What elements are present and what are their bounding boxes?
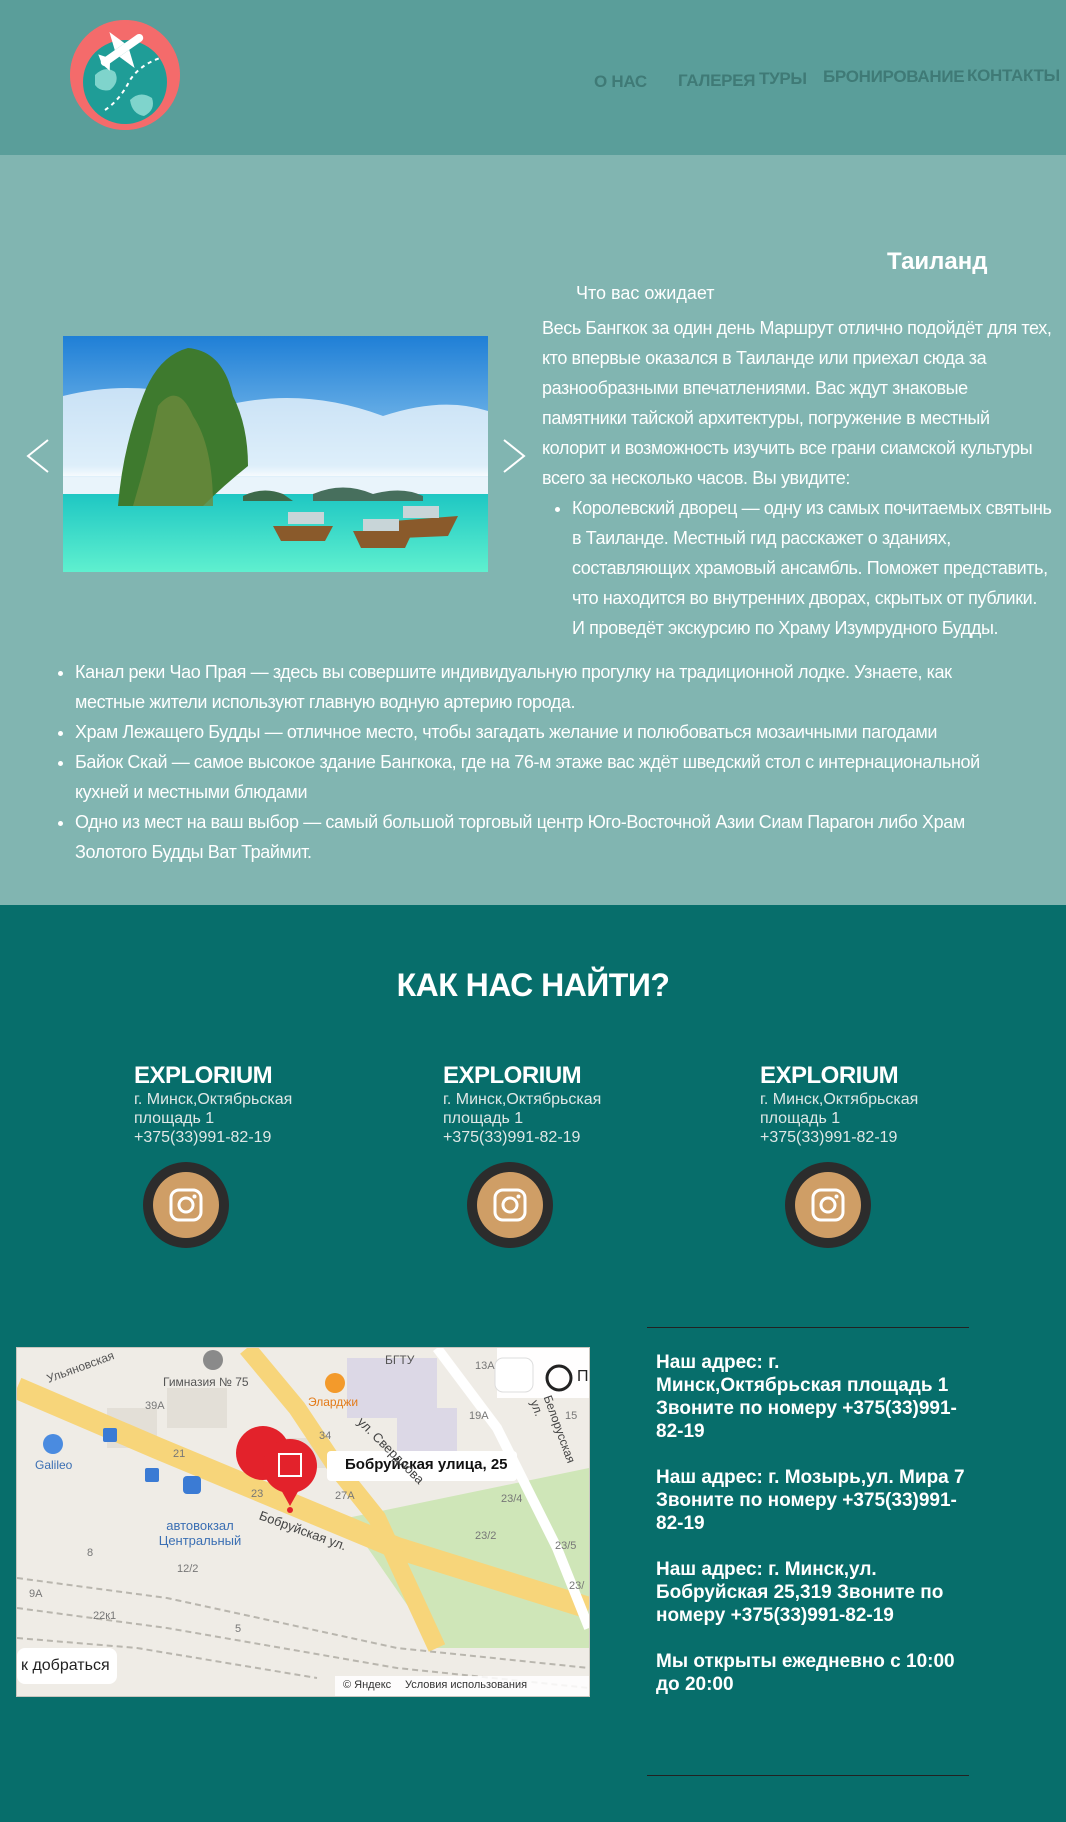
list-item: Королевский дворец — одну из самых почит… — [572, 493, 1052, 643]
phone-number: +375(33)991-82-19 — [760, 1129, 898, 1146]
map-attribution[interactable]: © Яндекс — [343, 1679, 391, 1691]
address-line: г. Минск,Октябрьская — [134, 1091, 293, 1108]
tour-bullets-bottom: Канал реки Чао Прая — здесь вы совершите… — [44, 657, 1004, 867]
tour-section: Таиланд Что вас ожидает Весь Бангкок за … — [0, 155, 1066, 905]
map-terms-link[interactable]: Условия использования — [405, 1679, 527, 1691]
address-block: Наш адрес: г. Минск,ул. Бобруйская 25,31… — [656, 1559, 944, 1626]
map-label: БГТУ — [385, 1353, 415, 1367]
contacts-section: КАК НАС НАЙТИ? EXPLORIUM г. Минск,Октябр… — [0, 905, 1066, 1822]
address-info: Наш адрес: г. Минск,Октябрьская площадь … — [647, 1327, 969, 1776]
map-label: 22к1 — [93, 1610, 117, 1622]
map-label: 5 — [235, 1623, 242, 1635]
tour-expect-label: Что вас ожидает — [576, 283, 715, 303]
nav-item-booking[interactable]: БРОНИРОВАНИЕ — [823, 67, 965, 87]
map-label: 23/ — [569, 1580, 585, 1592]
nav-item-about[interactable]: О НАС — [594, 72, 647, 92]
main-nav: О НАС ГАЛЕРЕЯ ТУРЫ БРОНИРОВАНИЕ КОНТАКТЫ — [0, 0, 1066, 155]
map-label: Galileo — [35, 1458, 73, 1472]
map-label: 23/2 — [475, 1530, 497, 1542]
thailand-beach-image — [63, 336, 488, 572]
chevron-left-icon[interactable] — [24, 436, 54, 476]
list-item: Байок Скай — самое высокое здание Бангко… — [75, 747, 1004, 807]
nav-item-tours[interactable]: ТУРЫ — [759, 69, 807, 89]
map-label: Гимназия № 75 — [163, 1375, 249, 1389]
instagram-icon — [169, 1188, 203, 1222]
tour-description: Весь Бангкок за один день Маршрут отличн… — [542, 313, 1052, 643]
map-pin-label: Бобруйская улица, 25 — [345, 1456, 508, 1473]
address-line: площадь 1 — [443, 1110, 524, 1127]
map-label: 9А — [29, 1588, 43, 1600]
phone-number: +375(33)991-82-19 — [443, 1129, 581, 1146]
opening-hours: Мы открыты ежедневно с 10:00 до 20:00 — [656, 1651, 955, 1695]
nav-item-contacts[interactable]: КОНТАКТЫ — [967, 66, 1060, 86]
instagram-icon — [493, 1188, 527, 1222]
instagram-icon — [811, 1188, 845, 1222]
map-label: 27А — [335, 1490, 355, 1502]
map-layers-button[interactable]: П — [577, 1368, 589, 1386]
list-item: Канал реки Чао Прая — здесь вы совершите… — [75, 657, 1004, 717]
phone-number: +375(33)991-82-19 — [134, 1129, 272, 1146]
list-item: Храм Лежащего Будды — отличное место, чт… — [75, 717, 1004, 747]
brand-name: EXPLORIUM — [760, 1062, 899, 1089]
map-label: 23 — [251, 1488, 264, 1500]
instagram-button[interactable] — [467, 1162, 553, 1248]
yandex-map[interactable]: Бобруйская улица, 25 к добраться П © Янд… — [16, 1347, 590, 1697]
header: О НАС ГАЛЕРЕЯ ТУРЫ БРОНИРОВАНИЕ КОНТАКТЫ — [0, 0, 1066, 155]
nav-item-gallery[interactable]: ГАЛЕРЕЯ — [678, 71, 755, 91]
brand-name: EXPLORIUM — [134, 1062, 273, 1089]
instagram-button[interactable] — [143, 1162, 229, 1248]
slider-image — [63, 336, 488, 572]
map-label: 15 — [565, 1410, 578, 1422]
tour-intro: Весь Бангкок за один день Маршрут отличн… — [542, 318, 1052, 488]
map-label: 12/2 — [177, 1563, 199, 1575]
map-label: 21 — [173, 1448, 186, 1460]
address-line: площадь 1 — [134, 1110, 215, 1127]
map-label: 13А — [475, 1360, 495, 1372]
map-label: 39А — [145, 1400, 165, 1412]
tour-bullets-top: Королевский дворец — одну из самых почит… — [542, 493, 1052, 643]
section-title: КАК НАС НАЙТИ? — [396, 967, 670, 1003]
instagram-button[interactable] — [785, 1162, 871, 1248]
address-block: Наш адрес: г. Минск,Октябрьская площадь … — [656, 1352, 957, 1442]
address-line: площадь 1 — [760, 1110, 841, 1127]
tour-title: Таиланд — [887, 248, 988, 275]
map-label: 34 — [319, 1430, 332, 1442]
brand-name: EXPLORIUM — [443, 1062, 582, 1089]
map-label: 8 — [87, 1547, 94, 1559]
map-label: 19А — [469, 1410, 489, 1422]
map-route-button[interactable]: к добраться — [17, 1657, 110, 1675]
map-label: 23/5 — [555, 1540, 577, 1552]
contact-card: EXPLORIUM г. Минск,Октябрьская площадь 1… — [760, 1062, 980, 1147]
map-label: Эларджи — [308, 1395, 359, 1409]
list-item: Одно из мест на ваш выбор — самый большо… — [75, 807, 1004, 867]
address-line: г. Минск,Октябрьская — [760, 1091, 919, 1108]
contact-card: EXPLORIUM г. Минск,Октябрьская площадь 1… — [443, 1062, 663, 1147]
address-block: Наш адрес: г. Мозырь,ул. Мира 7 Звоните … — [656, 1467, 965, 1534]
map-label: 23/4 — [501, 1493, 523, 1505]
contact-card: EXPLORIUM г. Минск,Октябрьская площадь 1… — [134, 1062, 354, 1147]
chevron-right-icon[interactable] — [498, 436, 528, 476]
map-label: автовокзал Центральный — [158, 1518, 242, 1548]
address-line: г. Минск,Октябрьская — [443, 1091, 602, 1108]
